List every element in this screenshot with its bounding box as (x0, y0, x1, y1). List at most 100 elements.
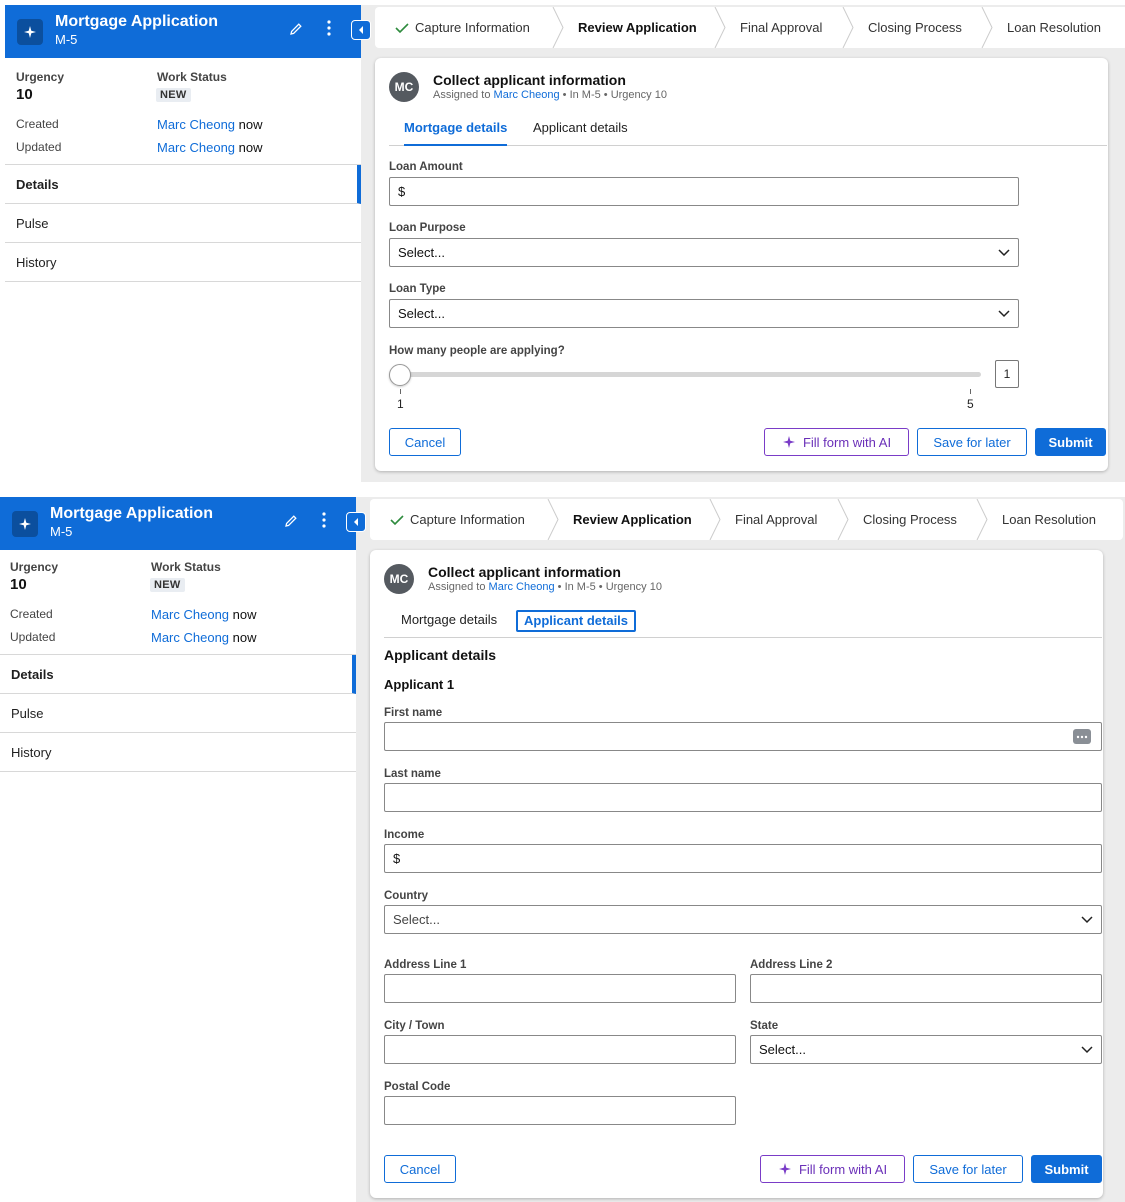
stage-separator-icon (547, 499, 559, 540)
urgency-label: Urgency (10, 560, 59, 574)
check-icon (395, 22, 409, 33)
loan-type-select[interactable]: Select... (389, 299, 1019, 328)
stage-final-approval[interactable]: Final Approval (735, 499, 817, 540)
autofill-dots-icon[interactable] (1073, 729, 1091, 744)
created-by: Marc Cheong now (157, 117, 263, 132)
ai-sparkle-icon (782, 435, 796, 449)
assigned-prefix: Assigned to (428, 581, 486, 593)
urgency-value: 10 (16, 86, 33, 103)
stage-label: Review Application (578, 20, 697, 35)
stage-separator-icon (552, 7, 564, 48)
form-tabs: Mortgage details Applicant details (384, 608, 1102, 638)
stage-label: Loan Resolution (1007, 20, 1101, 35)
tab-applicant-details[interactable]: Applicant details (516, 610, 637, 632)
address-line-1-input[interactable] (384, 974, 736, 1003)
fill-form-ai-button[interactable]: Fill form with AI (760, 1155, 905, 1183)
collapse-sidebar-button[interactable] (346, 512, 366, 532)
first-name-label: First name (384, 707, 443, 719)
last-name-input[interactable] (384, 783, 1102, 812)
tab-applicant-details[interactable]: Applicant details (533, 120, 628, 146)
stage-closing-process[interactable]: Closing Process (868, 7, 962, 48)
state-select[interactable]: Select... (750, 1035, 1102, 1064)
cancel-button[interactable]: Cancel (384, 1155, 456, 1183)
stage-loan-resolution[interactable]: Loan Resolution (1007, 7, 1101, 48)
form-tabs: Mortgage details Applicant details (389, 116, 1107, 146)
applicants-slider-thumb[interactable] (389, 364, 411, 386)
first-name-input[interactable] (384, 722, 1102, 751)
cancel-button[interactable]: Cancel (389, 428, 461, 456)
loan-purpose-select[interactable]: Select... (389, 238, 1019, 267)
chevron-down-icon (1081, 1046, 1093, 1054)
work-status-label: Work Status (151, 560, 221, 574)
task-meta: Assigned to Marc Cheong • In M-5 • Urgen… (428, 581, 662, 593)
save-for-later-button[interactable]: Save for later (913, 1155, 1023, 1183)
nav-item-details[interactable]: Details (0, 655, 356, 694)
income-input[interactable]: $ (384, 844, 1102, 873)
case-sidebar: Mortgage Application M-5 Urgency 10 Work… (0, 497, 356, 1202)
stage-label: Loan Resolution (1002, 512, 1096, 527)
more-actions-icon[interactable] (321, 511, 331, 533)
save-for-later-button[interactable]: Save for later (917, 428, 1027, 456)
stage-loan-resolution[interactable]: Loan Resolution (1002, 499, 1096, 540)
slider-max-label: 5 (967, 397, 974, 411)
case-id: M-5 (55, 32, 78, 47)
loan-purpose-label: Loan Purpose (389, 222, 466, 234)
updated-label: Updated (10, 630, 56, 644)
created-when: now (238, 117, 263, 132)
fill-form-ai-label: Fill form with AI (798, 1161, 888, 1177)
nav-item-pulse[interactable]: Pulse (5, 204, 361, 243)
nav-item-history[interactable]: History (0, 733, 356, 772)
select-value: Select... (398, 306, 445, 321)
collapse-sidebar-button[interactable] (351, 20, 371, 40)
loan-amount-input[interactable]: $ (389, 177, 1019, 206)
screen-mortgage-details: Mortgage Application M-5 Urgency 10 Work… (0, 0, 1125, 482)
case-title: Mortgage Application (55, 13, 218, 30)
ai-sparkle-icon (12, 511, 38, 537)
stage-closing-process[interactable]: Closing Process (863, 499, 957, 540)
stage-separator-icon (981, 7, 993, 48)
more-actions-icon[interactable] (326, 19, 336, 41)
applicants-count-value[interactable]: 1 (995, 360, 1019, 388)
work-area: Capture Information Review Application F… (346, 497, 1125, 1202)
stage-separator-icon (976, 499, 988, 540)
select-value: Select... (759, 1042, 806, 1057)
work-status-label: Work Status (157, 70, 227, 84)
submit-button[interactable]: Submit (1031, 1155, 1102, 1183)
created-when: now (232, 607, 257, 622)
tab-mortgage-details[interactable]: Mortgage details (404, 120, 508, 146)
postal-code-input[interactable] (384, 1096, 736, 1125)
stage-label: Capture Information (415, 20, 530, 35)
fill-form-ai-button[interactable]: Fill form with AI (764, 428, 909, 456)
stage-final-approval[interactable]: Final Approval (740, 7, 822, 48)
applicants-slider-track[interactable] (400, 372, 981, 377)
task-meta-suffix: • In M-5 • Urgency 10 (557, 581, 662, 593)
nav-item-details[interactable]: Details (5, 165, 361, 204)
edit-pencil-icon[interactable] (283, 513, 301, 531)
submit-button[interactable]: Submit (1035, 428, 1106, 456)
nav-item-history[interactable]: History (5, 243, 361, 282)
assignee-link[interactable]: Marc Cheong (489, 581, 555, 593)
stage-separator-icon (837, 499, 849, 540)
address-line-2-input[interactable] (750, 974, 1102, 1003)
edit-pencil-icon[interactable] (288, 21, 306, 39)
task-meta-suffix: • In M-5 • Urgency 10 (562, 89, 667, 101)
assignee-link[interactable]: Marc Cheong (494, 89, 560, 101)
created-by-link[interactable]: Marc Cheong (151, 607, 229, 622)
created-by-link[interactable]: Marc Cheong (157, 117, 235, 132)
updated-by-link[interactable]: Marc Cheong (151, 630, 229, 645)
stage-review-application[interactable]: Review Application (573, 499, 692, 540)
country-label: Country (384, 890, 429, 902)
city-input[interactable] (384, 1035, 736, 1064)
updated-by-link[interactable]: Marc Cheong (157, 140, 235, 155)
work-area: Capture Information Review Application F… (351, 5, 1125, 482)
stage-capture-information[interactable]: Capture Information (395, 7, 530, 48)
urgency-value: 10 (10, 576, 27, 593)
stage-capture-information[interactable]: Capture Information (390, 499, 525, 540)
stage-review-application[interactable]: Review Application (578, 7, 697, 48)
stage-label: Final Approval (735, 512, 818, 527)
case-header: Mortgage Application M-5 (0, 497, 356, 550)
country-select[interactable]: Select... (384, 905, 1102, 934)
nav-item-pulse[interactable]: Pulse (0, 694, 356, 733)
case-header: Mortgage Application M-5 (5, 5, 361, 58)
tab-mortgage-details[interactable]: Mortgage details (401, 612, 497, 638)
